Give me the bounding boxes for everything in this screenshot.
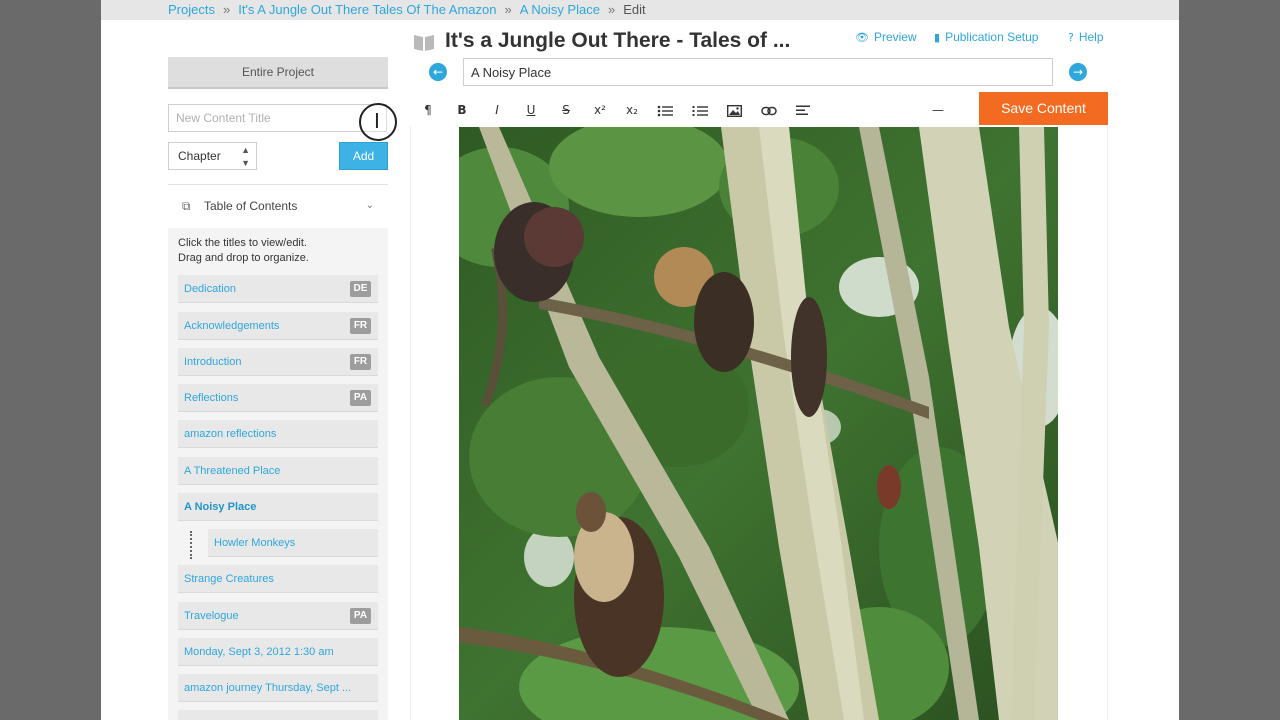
breadcrumb-projects[interactable]: Projects — [168, 2, 215, 17]
horizontal-rule-icon[interactable]: — — [925, 94, 951, 126]
select-arrows-icon: ▲ ▼ — [241, 145, 250, 168]
numbered-list-glyph — [692, 105, 708, 116]
toc-nesting-line — [190, 531, 192, 559]
bullet-list-icon[interactable] — [652, 94, 678, 126]
sidebar-divider — [168, 184, 388, 185]
toc-item-badge: DE — [350, 281, 371, 297]
toc-item-label: Dedication — [184, 283, 236, 295]
bullet-list-glyph — [657, 105, 673, 116]
new-content-title-input[interactable] — [168, 104, 387, 132]
entire-project-button[interactable]: Entire Project — [168, 57, 388, 89]
save-content-button[interactable]: Save Content — [979, 92, 1108, 125]
preview-link[interactable]: 👁 Preview — [855, 30, 917, 44]
help-label: Help — [1078, 30, 1104, 44]
toc-item-amazon-journey[interactable]: amazon journey Thursday, Sept ... — [178, 674, 378, 702]
toc-item-monday-sept-3[interactable]: Monday, Sept 3, 2012 1:30 am — [178, 638, 378, 666]
content-type-value: Chapter — [178, 149, 221, 163]
toc-item-strange-creatures[interactable]: Strange Creatures — [178, 565, 378, 593]
help-icon: ? — [1068, 31, 1074, 44]
toc-item-label: Strange Creatures — [184, 573, 274, 585]
jungle-birds-photo[interactable] — [459, 127, 1058, 720]
toc-item-howler-monkeys[interactable]: Howler Monkeys — [208, 529, 378, 557]
toc-item-acknowledgements[interactable]: Acknowledgements FR — [178, 312, 378, 340]
toc-item-a-noisy-place[interactable]: A Noisy Place — [178, 493, 378, 521]
toc-item-label: amazon reflections — [184, 428, 277, 440]
next-arrow-icon[interactable]: → — [1069, 63, 1087, 81]
breadcrumb-separator: » — [607, 2, 616, 17]
toc-item-amazon-reflections[interactable]: amazon reflections — [178, 420, 378, 448]
toc-item-dedication[interactable]: Dedication DE — [178, 275, 378, 303]
toc-item-badge: PA — [350, 608, 371, 624]
breadcrumb-project[interactable]: It's A Jungle Out There Tales Of The Ama… — [238, 2, 496, 17]
breadcrumb-bar: Projects » It's A Jungle Out There Tales O… — [101, 0, 1179, 20]
toc-item-label: Howler Monkeys — [214, 537, 296, 549]
toc-item-label: Acknowledgements — [184, 320, 280, 332]
toc-header[interactable]: ⧉ Table of Contents ⌄ — [168, 192, 388, 220]
eye-icon: 👁 — [855, 31, 869, 44]
toc-item-a-threatened-place[interactable]: A Threatened Place — [178, 457, 378, 485]
underline-icon[interactable]: U — [518, 94, 544, 126]
toc-icon: ⧉ — [182, 199, 191, 213]
toc-item-label: amazon journey Thursday, Sept ... — [184, 682, 352, 694]
content-title-input[interactable] — [463, 58, 1053, 86]
align-icon[interactable] — [790, 94, 816, 126]
toc-title: Table of Contents — [204, 199, 298, 213]
toc-item-badge: FR — [350, 354, 371, 370]
text-cursor-icon: I — [374, 109, 380, 133]
toc-help-line: Drag and drop to organize. — [178, 252, 309, 264]
align-glyph — [796, 105, 810, 115]
publication-setup-label: Publication Setup — [945, 30, 1039, 44]
paragraph-icon[interactable]: ¶ — [415, 94, 441, 126]
publication-setup-link[interactable]: ▮ Publication Setup — [934, 30, 1038, 44]
toc-item-label: A Threatened Place — [184, 465, 281, 477]
toc-item-introduction[interactable]: Introduction FR — [178, 348, 378, 376]
image-glyph — [726, 104, 742, 117]
toc-item-label: Reflections — [184, 392, 239, 404]
subscript-icon[interactable]: x₂ — [619, 94, 645, 126]
preview-label: Preview — [873, 30, 917, 44]
italic-icon[interactable]: I — [484, 94, 510, 126]
toc-item-label: Travelogue — [184, 610, 239, 622]
link-icon[interactable] — [756, 94, 782, 126]
book-small-icon: ▮ — [934, 31, 941, 44]
strikethrough-icon[interactable]: S — [553, 94, 579, 126]
previous-arrow-icon[interactable]: ← — [429, 63, 447, 81]
content-type-select[interactable]: Chapter ▲ ▼ — [168, 142, 257, 170]
editor-toolbar: ¶ B I U S x² x₂ — — [410, 94, 979, 127]
superscript-icon[interactable]: x² — [587, 94, 613, 126]
link-glyph — [761, 106, 777, 115]
toc-help-line: Click the titles to view/edit. — [178, 237, 307, 249]
breadcrumb-separator: » — [504, 2, 512, 17]
toc-item-badge: FR — [350, 318, 371, 334]
bold-icon[interactable]: B — [449, 94, 475, 126]
add-button[interactable]: Add — [339, 142, 388, 170]
book-icon — [414, 35, 434, 51]
toc-item-reflections[interactable]: Reflections PA — [178, 384, 378, 412]
numbered-list-icon[interactable] — [687, 94, 713, 126]
document-title: It's a Jungle Out There - Tales of ... — [445, 29, 791, 52]
toc-help-text: Click the titles to view/edit. Drag and … — [178, 236, 309, 266]
toc-item-badge: PA — [350, 390, 371, 406]
breadcrumb: Projects » It's A Jungle Out There Tales O… — [168, 0, 646, 19]
app-page: Projects » It's A Jungle Out There Tales O… — [101, 0, 1179, 720]
toc-panel: Click the titles to view/edit. Drag and … — [168, 228, 388, 720]
help-link[interactable]: ? Help — [1068, 30, 1104, 44]
toc-item-label: A Noisy Place — [184, 501, 257, 513]
image-icon[interactable] — [721, 94, 747, 126]
toc-item-partial[interactable] — [178, 710, 378, 720]
toc-item-travelogue[interactable]: Travelogue PA — [178, 602, 378, 630]
breadcrumb-chapter[interactable]: A Noisy Place — [520, 2, 600, 17]
toc-item-label: Introduction — [184, 356, 242, 368]
breadcrumb-separator: » — [222, 2, 231, 17]
breadcrumb-current: Edit — [623, 2, 646, 17]
chevron-down-icon[interactable]: ⌄ — [366, 192, 374, 220]
toc-item-label: Monday, Sept 3, 2012 1:30 am — [184, 646, 334, 658]
